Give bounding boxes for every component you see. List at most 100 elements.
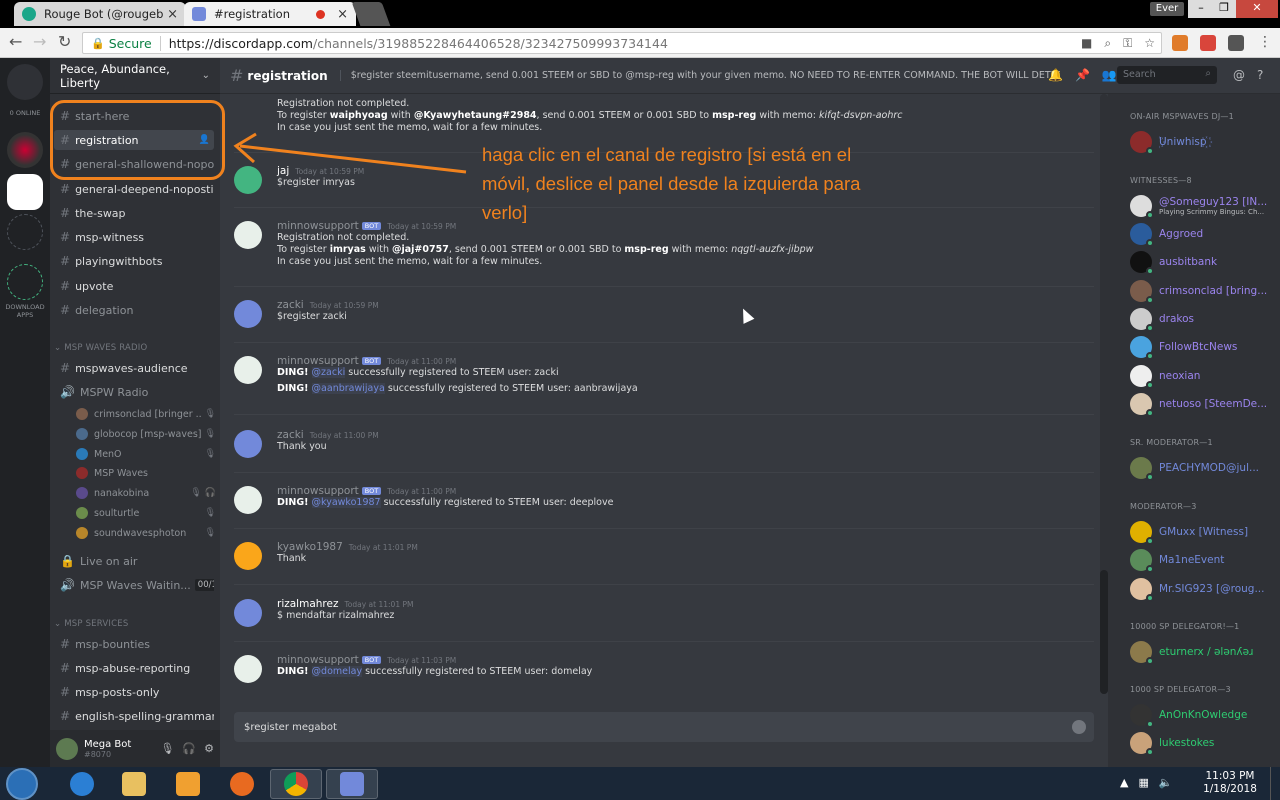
member-item[interactable]: netuoso [SteemDe...	[1130, 392, 1280, 417]
member-item[interactable]: ꙰Uniwhisp꙰	[1130, 130, 1280, 155]
taskbar-clock[interactable]: 11:03 PM 1/18/2018	[1200, 770, 1260, 796]
zoom-icon[interactable]: ⌕	[1104, 36, 1111, 51]
message-author[interactable]: zacki	[277, 299, 304, 311]
chrome-menu-icon[interactable]: ⋮	[1258, 34, 1272, 50]
message-scrollbar-thumb[interactable]	[1100, 570, 1108, 694]
emoji-picker-icon[interactable]	[1072, 720, 1086, 734]
channel-upvote[interactable]: # upvote	[54, 276, 214, 296]
category-msp-services[interactable]: ⌄ MSP SERVICES	[54, 619, 128, 629]
voice-user[interactable]: MSP Waves	[76, 464, 216, 482]
server-icon-mspwaves[interactable]	[7, 132, 43, 168]
channel-general-deepend[interactable]: # general-deepend-noposting	[54, 179, 214, 199]
member-item[interactable]: Ma1neEvent	[1130, 548, 1280, 573]
ie-app-button[interactable]	[56, 769, 108, 799]
message-author[interactable]: minnowsupport	[277, 485, 359, 497]
voice-channel-mspw-radio[interactable]: 🔊 MSPW Radio	[54, 382, 214, 402]
message-author[interactable]: minnowsupport	[277, 355, 359, 367]
avatar[interactable]	[234, 166, 262, 194]
message-author[interactable]: kyawko1987	[277, 541, 343, 553]
headphones-icon[interactable]: 🎧	[182, 742, 196, 755]
voice-user[interactable]: globocop [msp-waves] 🎙	[76, 425, 216, 443]
friends-icon[interactable]	[7, 64, 43, 100]
address-bar[interactable]: 🔒 Secure https://discordapp.com/channels…	[82, 32, 1162, 54]
member-item[interactable]: ausbitbank	[1130, 250, 1280, 275]
channel-delegation[interactable]: # delegation	[54, 300, 214, 320]
start-button[interactable]	[6, 768, 38, 800]
channel-english-spelling-grammar[interactable]: # english-spelling-grammar	[54, 706, 214, 726]
voice-user[interactable]: crimsonclad [bringer ... 🎙	[76, 405, 216, 423]
avatar[interactable]	[234, 542, 262, 570]
channel-msp-bounties[interactable]: # msp-bounties	[54, 634, 214, 654]
member-item[interactable]: Mr.SIG923 [@roug...	[1130, 577, 1280, 602]
channel-topic[interactable]: $register steemitusername, send 0.001 ST…	[339, 70, 1060, 81]
member-item[interactable]: GMuxx [Witness]	[1130, 520, 1280, 545]
microphone-icon[interactable]: 🎙	[160, 742, 174, 755]
member-item[interactable]: PEACHYMOD@jul...	[1130, 456, 1280, 481]
channel-mspwaves-audience[interactable]: # mspwaves-audience	[54, 358, 214, 378]
settings-gear-icon[interactable]: ⚙	[204, 742, 214, 755]
screen-recorder-icon[interactable]	[1200, 35, 1216, 51]
new-tab-button[interactable]	[351, 2, 391, 26]
channel-playingwithbots[interactable]: # playingwithbots	[54, 251, 214, 271]
search-input[interactable]: Search ⌕	[1117, 66, 1217, 84]
avatar[interactable]	[234, 221, 262, 249]
bookmark-star-icon[interactable]: ☆	[1144, 36, 1155, 51]
download-icon[interactable]	[7, 264, 43, 300]
server-header[interactable]: Peace, Abundance, Liberty ⌄	[50, 58, 220, 94]
voice-user[interactable]: nanakobina 🎙 🎧	[76, 484, 216, 502]
member-item[interactable]: crimsonclad [bring...	[1130, 279, 1280, 304]
browser-tab-registration[interactable]: #registration ×	[184, 2, 356, 26]
avatar[interactable]	[234, 356, 262, 384]
add-server-icon[interactable]	[7, 214, 43, 250]
member-item[interactable]: lukestokes	[1130, 731, 1280, 756]
notification-bell-icon[interactable]: 🔔	[1048, 68, 1063, 82]
firefox-app-button[interactable]	[216, 769, 268, 799]
media-player-app-button[interactable]	[162, 769, 214, 799]
member-item[interactable]: @Someguy123 [IN... Playing Scrimmy Bingus…	[1130, 194, 1280, 219]
message-author[interactable]: jaj	[277, 165, 289, 177]
channel-msp-abuse-reporting[interactable]: # msp-abuse-reporting	[54, 658, 214, 678]
member-list-icon[interactable]: 👥	[1102, 68, 1117, 82]
camera-icon[interactable]: ■	[1081, 36, 1092, 51]
channel-msp-witness[interactable]: # msp-witness	[54, 227, 214, 247]
profile-badge[interactable]: Ever	[1150, 2, 1184, 16]
extension-icon[interactable]	[1228, 35, 1244, 51]
tray-expand-icon[interactable]: ▲	[1120, 776, 1128, 789]
network-icon[interactable]: ▦	[1138, 776, 1148, 789]
message-author[interactable]: minnowsupport	[277, 220, 359, 232]
message-input[interactable]: $register megabot	[234, 712, 1094, 742]
member-item[interactable]: neoxian	[1130, 364, 1280, 389]
voice-user[interactable]: soulturtle 🎙	[76, 504, 216, 522]
voice-user[interactable]: soundwavesphoton 🎙	[76, 524, 216, 542]
channel-msp-posts-only[interactable]: # msp-posts-only	[54, 682, 214, 702]
help-icon[interactable]: ?	[1257, 68, 1263, 82]
tab-close-icon[interactable]: ×	[337, 7, 348, 22]
minimize-button[interactable]: –	[1188, 0, 1214, 18]
channel-the-swap[interactable]: # the-swap	[54, 203, 214, 223]
member-item[interactable]: AnOnKnOwledge	[1130, 703, 1280, 728]
avatar[interactable]	[234, 300, 262, 328]
avatar[interactable]	[234, 486, 262, 514]
key-icon[interactable]: ⚿	[1123, 36, 1132, 51]
category-msp-waves-radio[interactable]: ⌄ MSP WAVES RADIO	[54, 343, 147, 353]
forward-button[interactable]: →	[33, 34, 46, 50]
reload-button[interactable]: ↻	[58, 34, 71, 50]
avatar[interactable]	[234, 599, 262, 627]
voice-channel-msp-waves-waiting[interactable]: 🔊 MSP Waves Waitin...00/14	[54, 575, 214, 595]
pinned-messages-icon[interactable]: 📌	[1075, 68, 1090, 82]
tab-close-icon[interactable]: ×	[167, 7, 178, 22]
message-author[interactable]: rizalmahrez	[277, 598, 338, 610]
message-author[interactable]: zacki	[277, 429, 304, 441]
member-item[interactable]: eturnerx / ələnʎəɹ	[1130, 640, 1280, 665]
channel-live-on-air[interactable]: 🔒 Live on air	[54, 551, 214, 571]
avatar[interactable]	[56, 737, 78, 760]
avatar[interactable]	[234, 655, 262, 683]
close-window-button[interactable]: ✕	[1236, 0, 1278, 18]
mentions-icon[interactable]: @	[1233, 68, 1245, 82]
discord-app-button[interactable]	[326, 769, 378, 799]
explorer-app-button[interactable]	[108, 769, 160, 799]
browser-tab-rougebot[interactable]: Rouge Bot (@rougebot) ×	[14, 2, 186, 26]
volume-icon[interactable]: 🔈	[1159, 776, 1173, 789]
member-item[interactable]: drakos	[1130, 307, 1280, 332]
maximize-button[interactable]: ❐	[1212, 0, 1236, 18]
